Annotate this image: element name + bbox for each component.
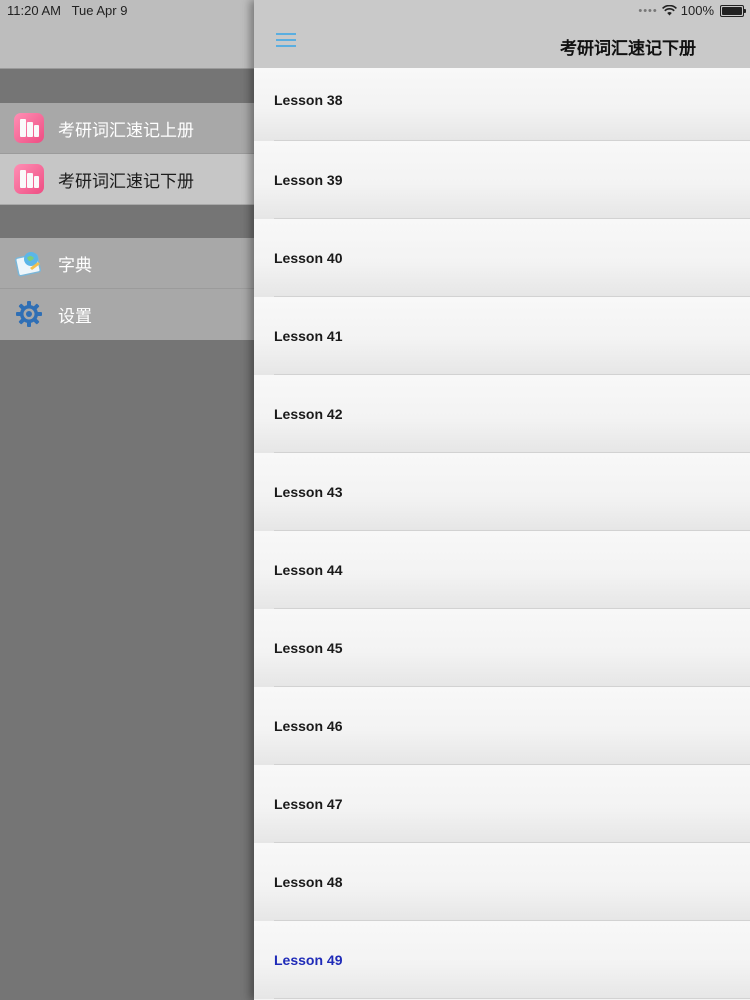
lesson-label: Lesson 44 [274,562,343,578]
sidebar-item-dictionary[interactable]: 字典 [0,238,254,289]
book-icon [14,113,44,143]
dictionary-icon [14,252,42,277]
lesson-label: Lesson 43 [274,484,343,500]
gear-icon [16,301,42,327]
list-item[interactable]: Lesson 42 [254,375,750,453]
list-item[interactable]: Lesson 44 [254,531,750,609]
sidebar-header: 11:20 AM Tue Apr 9 [0,0,254,69]
lesson-label: Lesson 49 [274,952,343,968]
navigation-bar: •••• 100% 考研词汇速记下册 [254,0,750,69]
battery-percent: 100% [680,3,714,18]
list-item[interactable]: Lesson 39 [254,141,750,219]
battery-icon [720,4,746,17]
sidebar-item-book-vol2[interactable]: 考研词汇速记下册 [0,154,254,204]
list-item[interactable]: Lesson 41 [254,297,750,375]
sidebar-item-label: 字典 [58,255,92,275]
hamburger-menu-icon[interactable] [276,33,296,53]
lesson-label: Lesson 39 [274,172,343,188]
status-indicators: •••• 100% [638,3,746,18]
lesson-label: Lesson 38 [274,92,343,108]
main-panel: •••• 100% 考研词汇速记下册 Lesson 38 Lesson 39 L… [254,0,750,1000]
signal-dots: •••• [638,4,658,17]
lesson-label: Lesson 45 [274,640,343,656]
list-item[interactable]: Lesson 45 [254,609,750,687]
list-item[interactable]: Lesson 46 [254,687,750,765]
lesson-label: Lesson 40 [274,250,343,266]
list-item[interactable]: Lesson 49 [254,921,750,999]
sidebar-item-label: 考研词汇速记下册 [58,171,194,191]
lesson-label: Lesson 48 [274,874,343,890]
page-title: 考研词汇速记下册 [560,39,696,58]
sidebar-item-settings[interactable]: 设置 [0,289,254,339]
lesson-label: Lesson 46 [274,718,343,734]
lesson-list: Lesson 38 Lesson 39 Lesson 40 Lesson 41 … [254,68,750,1000]
sidebar-books-group: 考研词汇速记上册 考研词汇速记下册 [0,103,254,205]
book-icon [14,164,44,194]
sidebar-item-label: 考研词汇速记上册 [58,120,194,140]
sidebar: 11:20 AM Tue Apr 9 考研词汇速记上册 考研词汇速记下册 字典 … [0,0,254,1000]
lesson-label: Lesson 42 [274,406,343,422]
app-screen: 11:20 AM Tue Apr 9 考研词汇速记上册 考研词汇速记下册 字典 … [0,0,750,1000]
list-item[interactable]: Lesson 40 [254,219,750,297]
sidebar-item-book-vol1[interactable]: 考研词汇速记上册 [0,103,254,154]
lesson-label: Lesson 41 [274,328,343,344]
status-time-text: 11:20 AM [7,3,61,18]
lesson-label: Lesson 47 [274,796,343,812]
list-item[interactable]: Lesson 47 [254,765,750,843]
status-date-text: Tue Apr 9 [71,3,128,18]
sidebar-item-label: 设置 [58,306,92,326]
status-time: 11:20 AM Tue Apr 9 [7,3,127,18]
list-item[interactable]: Lesson 48 [254,843,750,921]
wifi-icon [661,5,677,16]
list-item[interactable]: Lesson 43 [254,453,750,531]
sidebar-tools-group: 字典 设置 [0,238,254,340]
list-item[interactable]: Lesson 38 [254,68,750,141]
